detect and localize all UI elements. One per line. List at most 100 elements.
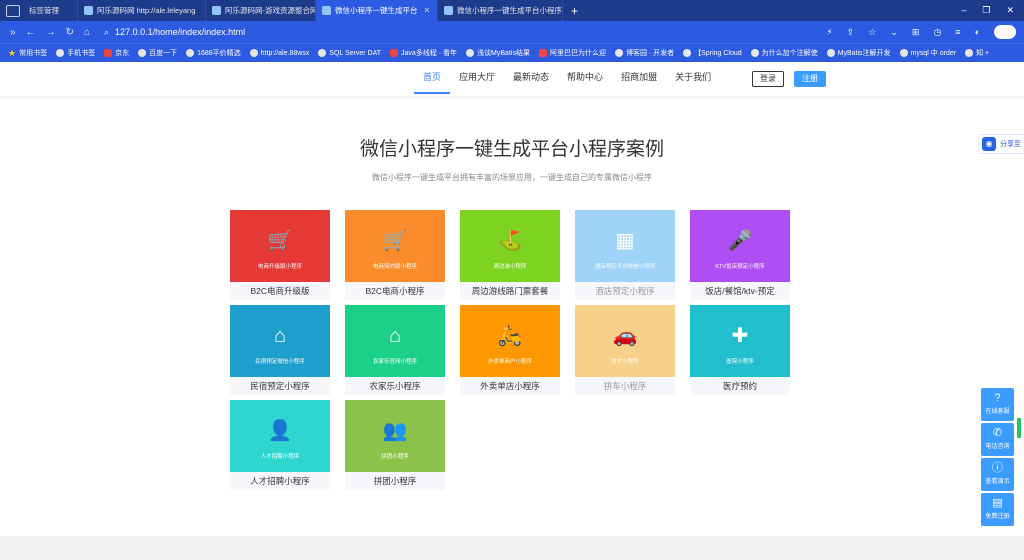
- bookmark-item[interactable]: 浅谈MyBatis结果: [466, 48, 530, 58]
- tab-alesource-2[interactable]: 阿乐源码网-游戏资源整合网站,免: [206, 0, 316, 21]
- favicon-icon: [84, 6, 93, 15]
- car-icon: 🚗: [612, 325, 638, 347]
- reload-icon[interactable]: ↻: [66, 27, 74, 38]
- share-widget[interactable]: ◉ 分享至: [978, 134, 1024, 154]
- new-tab-button[interactable]: +: [571, 4, 578, 18]
- case-image: 🛵 外卖单商户小程序: [460, 305, 560, 377]
- nav-home[interactable]: 首页: [414, 62, 451, 94]
- case-label: 拼团小程序: [373, 476, 417, 486]
- bookmark-item[interactable]: 京东: [104, 48, 129, 58]
- extensions-icon[interactable]: ⊞: [912, 27, 920, 38]
- share-icon[interactable]: ⇪: [847, 27, 855, 38]
- cloud-icon[interactable]: [994, 25, 1016, 39]
- tab-manager-icon[interactable]: [6, 4, 20, 17]
- case-image: ✚ 医院小程序: [690, 305, 790, 377]
- case-image: 👥 拼团小程序: [345, 400, 445, 472]
- case-image: ⛳ 周边游小程序: [460, 210, 560, 282]
- nav-news[interactable]: 最新动态: [504, 62, 558, 94]
- bookmark-item[interactable]: 阿里巴巴为什么迎: [538, 48, 606, 58]
- tab-bookmark-manager[interactable]: 标签管理: [23, 0, 78, 21]
- case-card[interactable]: 👤 人才招聘小程序 人才招聘小程序: [230, 400, 330, 490]
- bookmark-bar: ★ 常用书签 手机书签 京东 百度一下 1688平价精选 http://ale.8…: [0, 43, 1024, 62]
- bookmark-label: 百度一下: [149, 50, 178, 57]
- footer-band: [0, 536, 1024, 560]
- globe-icon: [249, 49, 258, 57]
- globe-icon: [614, 49, 623, 57]
- bookmark-item[interactable]: 知 +: [965, 48, 989, 58]
- close-window-icon[interactable]: ✕: [1006, 5, 1014, 16]
- dropdown-icon[interactable]: ⌄: [890, 27, 898, 38]
- bookmark-item[interactable]: 1688平价精选: [186, 48, 241, 58]
- nav-about[interactable]: 关于我们: [666, 62, 720, 94]
- tab-active-platform[interactable]: 微信小程序一键生成平台 ✕: [316, 0, 438, 21]
- case-label: B2C电商小程序: [365, 286, 425, 296]
- case-card[interactable]: 🛒 电商升级版小程序 B2C电商升级版: [230, 210, 330, 300]
- case-card[interactable]: ⌂ 民宿预定微信小程序 民宿预定小程序: [230, 305, 330, 395]
- sidebar-toggle-icon[interactable]: »: [10, 27, 16, 38]
- history-icon[interactable]: ◷: [933, 27, 941, 38]
- case-label: 医疗预约: [722, 381, 757, 391]
- menu-icon[interactable]: ≡: [955, 27, 960, 37]
- bookmark-item[interactable]: MyBatis注解开发: [826, 48, 891, 58]
- bookmark-item[interactable]: 为什么加个注解使: [750, 48, 818, 58]
- bookmark-item[interactable]: http://ale.88wsx: [249, 49, 309, 57]
- register-button[interactable]: 注册: [794, 71, 826, 87]
- case-card[interactable]: 👥 拼团小程序 拼团小程序: [345, 400, 445, 490]
- bookmark-item[interactable]: 手机书签: [56, 48, 95, 58]
- side-label: 免费注册: [985, 514, 1010, 520]
- back-icon[interactable]: ←: [26, 27, 36, 38]
- tab-label: 阿乐源码网-游戏资源整合网站,免: [225, 6, 315, 15]
- nav-app-hall[interactable]: 应用大厅: [450, 62, 504, 94]
- case-card[interactable]: 🛵 外卖单商户小程序 外卖单店小程序: [460, 305, 560, 395]
- bookmark-item[interactable]: 博客园 · 开发者: [614, 48, 674, 58]
- case-card[interactable]: 🛒 电商简约版小程序 B2C电商小程序: [345, 210, 445, 300]
- bookmark-label: 知 +: [976, 50, 990, 57]
- window-controls: – ❐ ✕: [961, 5, 1024, 16]
- hospital-icon: ✚: [731, 325, 749, 347]
- case-image: 🚗 拼车小程序: [575, 305, 675, 377]
- case-card[interactable]: ⛳ 周边游小程序 周边游线路门票套餐: [460, 210, 560, 300]
- java-icon: [390, 49, 399, 57]
- bookmark-item[interactable]: SQL Server DAT: [318, 49, 381, 57]
- group-icon: 👥: [382, 420, 408, 442]
- browser-tab-bar: 标签管理 阿乐源码网 http://ale.leleyang 阿乐源码网-游戏资…: [0, 0, 1024, 21]
- lightning-icon[interactable]: ⚡: [826, 27, 832, 38]
- close-tab-icon[interactable]: ✕: [424, 6, 431, 15]
- online-service-button[interactable]: ? 在线客服: [981, 388, 1014, 421]
- bookmark-item[interactable]: ★ 常用书签: [8, 48, 47, 59]
- nav-franchise[interactable]: 招商加盟: [612, 62, 666, 94]
- share-label: 分享至: [1000, 141, 1021, 148]
- case-caption: 电商升级版小程序: [257, 264, 302, 270]
- case-card[interactable]: 🎤 KTV饭店预定小程序 饭店/餐馆/ktv-预定: [690, 210, 790, 300]
- document-icon: ▤: [992, 497, 1003, 509]
- tab-alesource-1[interactable]: 阿乐源码网 http://ale.leleyang: [78, 0, 206, 21]
- star-icon[interactable]: ☆: [868, 27, 876, 38]
- maximize-icon[interactable]: ❐: [982, 5, 990, 16]
- case-card[interactable]: ▦ 酒店预定平台微信小程序 酒店预定小程序: [575, 210, 675, 300]
- free-register-button[interactable]: ▤ 免费注册: [981, 493, 1014, 526]
- view-demo-button[interactable]: ⓘ 查看演示: [981, 458, 1014, 491]
- case-card[interactable]: 🚗 拼车小程序 拼车小程序: [575, 305, 675, 395]
- url-field[interactable]: ⌕ 127.0.0.1/home/index/index.html: [104, 27, 245, 38]
- tab-platform-cases[interactable]: 微信小程序一键生成平台小程序: [438, 0, 563, 21]
- case-label: 人才招聘小程序: [250, 476, 310, 486]
- url-text: 127.0.0.1/home/index/index.html: [115, 27, 246, 37]
- home-icon[interactable]: ⌂: [84, 27, 90, 38]
- farmhouse-icon: ⌂: [388, 325, 402, 347]
- bookmark-item[interactable]: 百度一下: [138, 48, 177, 58]
- nav-help[interactable]: 帮助中心: [558, 62, 612, 94]
- minimize-icon[interactable]: –: [961, 5, 966, 16]
- case-card[interactable]: ⌂ 农家乐官网小程序 农家乐小程序: [345, 305, 445, 395]
- forward-icon[interactable]: →: [46, 27, 56, 38]
- bookmark-item[interactable]: mysql 中 order: [899, 48, 956, 58]
- case-image: 👤 人才招聘小程序: [230, 400, 330, 472]
- case-image: 🛒 电商简约版小程序: [345, 210, 445, 282]
- phone-consult-button[interactable]: ✆ 电话咨询: [981, 423, 1014, 456]
- login-button[interactable]: 登录: [752, 71, 784, 87]
- profile-icon[interactable]: ◐: [975, 27, 980, 37]
- question-icon: ?: [994, 392, 1001, 404]
- web-page: 首页 应用大厅 最新动态 帮助中心 招商加盟 关于我们 登录 注册 微信小程序一…: [0, 62, 1024, 560]
- bookmark-item[interactable]: 【Spring Cloud: [683, 48, 742, 58]
- case-card[interactable]: ✚ 医院小程序 医疗预约: [690, 305, 790, 395]
- bookmark-item[interactable]: Java多线程 · 看年: [390, 48, 457, 58]
